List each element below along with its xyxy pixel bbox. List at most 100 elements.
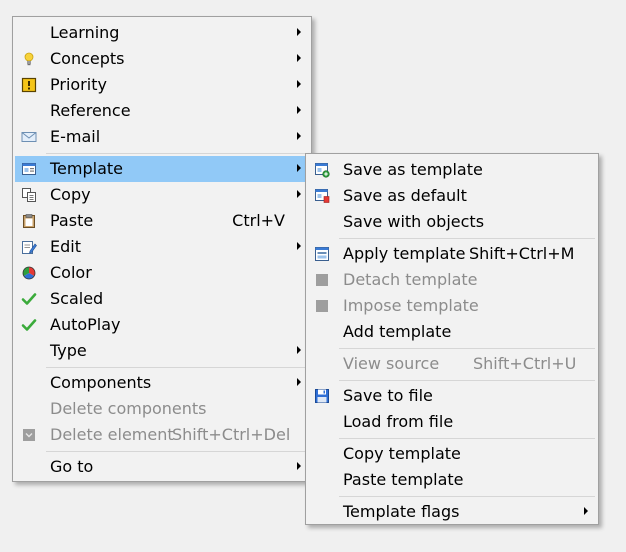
submenu-arrow-icon: [297, 378, 301, 386]
template-window-icon: [21, 161, 37, 177]
menu-item-label: Paste template: [343, 470, 464, 489]
menu-item-reference[interactable]: Reference: [15, 98, 309, 124]
menu-item-save-as-template[interactable]: Save as template: [308, 157, 596, 183]
submenu-arrow-icon: [297, 190, 301, 198]
detach-template-icon: [314, 272, 330, 288]
menu-item-label: Save as template: [343, 160, 483, 179]
submenu-arrow-icon: [297, 346, 301, 354]
menu-item-label: Concepts: [50, 49, 125, 68]
menu-separator: [46, 451, 308, 452]
menu-separator: [46, 367, 308, 368]
checkmark-icon: [21, 291, 37, 307]
submenu-arrow-icon: [297, 132, 301, 140]
menu-item-label: Paste: [50, 211, 94, 230]
menu-item-label: Copy: [50, 185, 91, 204]
clipboard-icon: [21, 213, 37, 229]
menu-item-save-with-objects[interactable]: Save with objects: [308, 209, 596, 235]
menu-separator: [339, 238, 595, 239]
impose-template-icon: [314, 298, 330, 314]
menu-item-label: Save with objects: [343, 212, 485, 231]
menu-item-learning[interactable]: Learning: [15, 20, 309, 46]
menu-item-label: Template flags: [343, 502, 460, 521]
menu-item-label: E-mail: [50, 127, 101, 146]
copy-icon: [21, 187, 37, 203]
submenu-arrow-icon: [297, 80, 301, 88]
menu-item-edit[interactable]: Edit: [15, 234, 309, 260]
submenu-arrow-icon: [297, 106, 301, 114]
template-submenu: Save as template Save as default Save wi…: [305, 153, 599, 525]
menu-item-add-template[interactable]: Add template: [308, 319, 596, 345]
menu-item-label: Learning: [50, 23, 120, 42]
menu-item-label: Delete element: [50, 425, 174, 444]
menu-item-save-to-file[interactable]: Save to file: [308, 383, 596, 409]
menu-item-view-source[interactable]: View source Shift+Ctrl+U: [308, 351, 596, 377]
menu-item-label: Scaled: [50, 289, 104, 308]
floppy-disk-icon: [314, 388, 330, 404]
menu-item-paste[interactable]: Paste Ctrl+V: [15, 208, 309, 234]
menu-item-delete-components[interactable]: Delete components: [15, 396, 309, 422]
priority-icon: [21, 77, 37, 93]
menu-item-label: Type: [50, 341, 87, 360]
menu-item-label: Components: [50, 373, 152, 392]
menu-item-template[interactable]: Template: [15, 156, 309, 182]
envelope-icon: [21, 129, 37, 145]
save-default-icon: [314, 188, 330, 204]
menu-separator: [339, 348, 595, 349]
menu-item-delete-element[interactable]: Delete element Shift+Ctrl+Del: [15, 422, 309, 448]
checkmark-icon: [21, 317, 37, 333]
context-menu: Learning Concepts Priority Reference E-m…: [12, 16, 312, 482]
menu-item-copy[interactable]: Copy: [15, 182, 309, 208]
menu-separator: [339, 438, 595, 439]
shortcut-label: Shift+Ctrl+M: [469, 244, 575, 263]
menu-item-label: Color: [50, 263, 92, 282]
submenu-arrow-icon: [297, 54, 301, 62]
menu-item-components[interactable]: Components: [15, 370, 309, 396]
submenu-arrow-icon: [297, 164, 301, 172]
menu-item-label: Save to file: [343, 386, 433, 405]
menu-item-copy-template[interactable]: Copy template: [308, 441, 596, 467]
menu-item-label: View source: [343, 354, 440, 373]
menu-item-label: Add template: [343, 322, 452, 341]
menu-item-label: Save as default: [343, 186, 467, 205]
menu-item-label: Template: [50, 159, 124, 178]
menu-item-detach-template[interactable]: Detach template: [308, 267, 596, 293]
menu-item-label: Go to: [50, 457, 94, 476]
menu-item-scaled[interactable]: Scaled: [15, 286, 309, 312]
shortcut-label: Ctrl+V: [232, 211, 285, 230]
submenu-arrow-icon: [584, 507, 588, 515]
menu-item-label: Copy template: [343, 444, 461, 463]
save-template-icon: [314, 162, 330, 178]
menu-item-impose-template[interactable]: Impose template: [308, 293, 596, 319]
menu-item-load-from-file[interactable]: Load from file: [308, 409, 596, 435]
menu-item-template-flags[interactable]: Template flags: [308, 499, 596, 525]
edit-pencil-icon: [21, 239, 37, 255]
menu-item-label: Edit: [50, 237, 81, 256]
submenu-arrow-icon: [297, 28, 301, 36]
menu-item-type[interactable]: Type: [15, 338, 309, 364]
menu-item-label: Impose template: [343, 296, 479, 315]
menu-item-paste-template[interactable]: Paste template: [308, 467, 596, 493]
menu-item-label: AutoPlay: [50, 315, 121, 334]
menu-item-label: Load from file: [343, 412, 454, 431]
menu-item-label: Detach template: [343, 270, 478, 289]
shortcut-label: Shift+Ctrl+Del: [172, 425, 291, 444]
menu-item-color[interactable]: Color: [15, 260, 309, 286]
menu-item-email[interactable]: E-mail: [15, 124, 309, 150]
shortcut-label: Shift+Ctrl+U: [473, 354, 577, 373]
delete-element-icon: [21, 427, 37, 443]
menu-item-autoplay[interactable]: AutoPlay: [15, 312, 309, 338]
menu-item-go-to[interactable]: Go to: [15, 454, 309, 480]
menu-item-concepts[interactable]: Concepts: [15, 46, 309, 72]
menu-item-label: Delete components: [50, 399, 207, 418]
menu-item-label: Apply template: [343, 244, 466, 263]
menu-item-apply-template[interactable]: Apply template Shift+Ctrl+M: [308, 241, 596, 267]
color-wheel-icon: [21, 265, 37, 281]
menu-item-save-as-default[interactable]: Save as default: [308, 183, 596, 209]
menu-separator: [339, 380, 595, 381]
menu-separator: [339, 496, 595, 497]
lightbulb-icon: [21, 51, 37, 67]
menu-item-label: Reference: [50, 101, 131, 120]
menu-item-priority[interactable]: Priority: [15, 72, 309, 98]
submenu-arrow-icon: [297, 462, 301, 470]
submenu-arrow-icon: [297, 242, 301, 250]
